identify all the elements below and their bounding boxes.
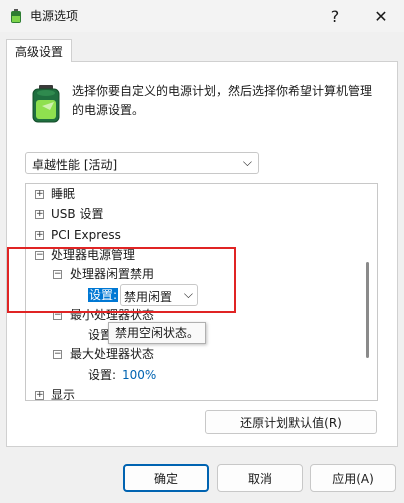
window-title: 电源选项 <box>30 9 79 23</box>
expand-icon[interactable]: + <box>35 391 44 400</box>
tree-item-pci-express[interactable]: PCI Express <box>51 225 121 245</box>
tooltip: 禁用空闲状态。 <box>108 322 207 344</box>
tree-item-display[interactable]: 显示 <box>51 385 75 400</box>
tree-item-usb[interactable]: USB 设置 <box>51 204 103 224</box>
restore-defaults-button[interactable]: 还原计划默认值(R) <box>205 410 377 434</box>
tree-item-max-processor-state[interactable]: 最大处理器状态 <box>70 344 154 364</box>
expand-icon[interactable]: + <box>35 210 44 219</box>
battery-icon <box>32 85 60 123</box>
intro-text: 选择你要自定义的电源计划，然后选择你希望计算机管理的电源设置。 <box>72 84 373 117</box>
tab-advanced-settings[interactable]: 高级设置 <box>6 39 72 62</box>
chevron-down-icon: ⌵ <box>242 155 252 169</box>
tree-scrollbar[interactable] <box>366 262 369 358</box>
highlight-box <box>7 247 236 313</box>
ok-button[interactable]: 确定 <box>123 464 209 492</box>
expand-icon[interactable]: + <box>35 190 44 199</box>
help-button[interactable]: ? <box>312 0 358 32</box>
power-plan-dropdown[interactable]: 卓越性能 [活动] ⌵ <box>25 152 259 174</box>
expand-icon[interactable]: + <box>35 231 44 240</box>
power-plan-value: 卓越性能 [活动] <box>32 158 118 172</box>
max-state-setting-label: 设置: <box>88 368 117 382</box>
max-state-value[interactable]: 100% <box>122 365 156 385</box>
tree-item-sleep[interactable]: 睡眠 <box>51 184 75 204</box>
title-bar: 电源选项 ? ✕ <box>0 0 404 32</box>
power-options-icon <box>11 9 21 23</box>
cancel-button[interactable]: 取消 <box>217 464 303 492</box>
close-button[interactable]: ✕ <box>358 0 404 32</box>
apply-button[interactable]: 应用(A) <box>310 464 396 492</box>
collapse-icon[interactable]: − <box>53 350 62 359</box>
